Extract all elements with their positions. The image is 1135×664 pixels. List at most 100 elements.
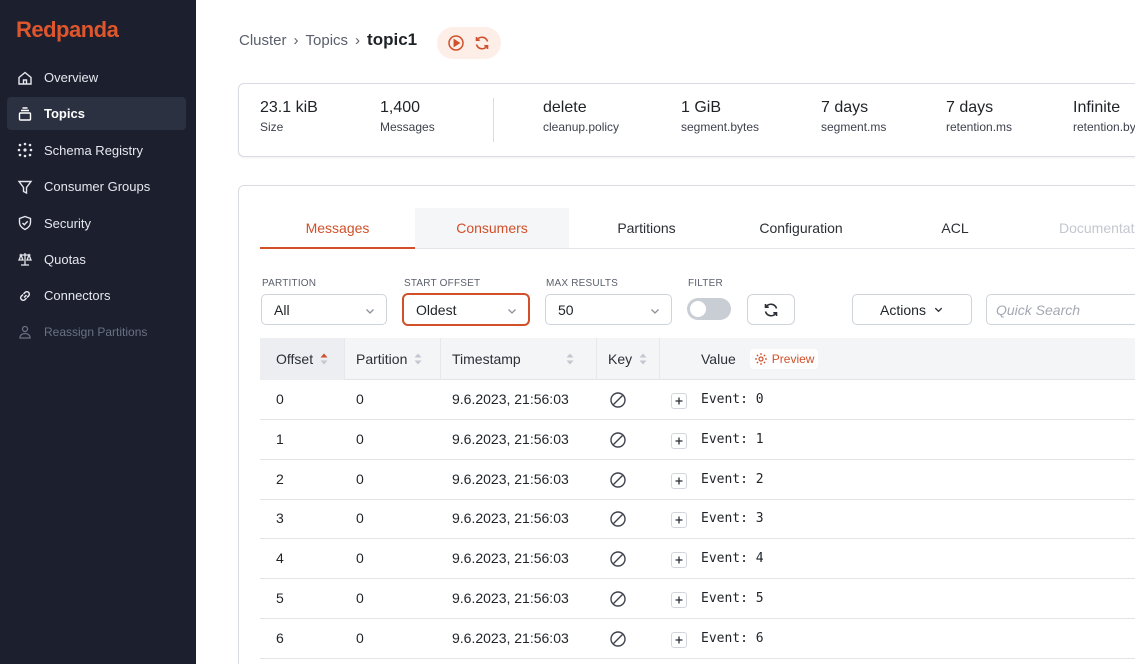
offset-cell: 4: [276, 550, 284, 567]
refresh-icon[interactable]: [473, 34, 491, 52]
partition-cell: 0: [356, 391, 364, 407]
table-row[interactable]: 6 0 9.6.2023, 21:56:03 Event: 6: [260, 619, 1135, 659]
chevron-down-icon: [506, 304, 518, 316]
no-key-icon: [609, 590, 627, 608]
expand-row-button[interactable]: [671, 552, 687, 569]
max-results-label: MAX RESULTS: [546, 278, 619, 289]
plus-icon: [675, 477, 683, 485]
sidebar-item-label: Consumer Groups: [44, 179, 151, 195]
column-value: Value Preview: [660, 338, 1135, 380]
chevron-right-icon: ›: [355, 31, 361, 49]
sidebar-item-label: Reassign Partitions: [44, 325, 148, 340]
sidebar-nav: Overview Topics Schema Registry Consumer…: [7, 61, 186, 352]
tab-partitions[interactable]: Partitions: [569, 208, 724, 248]
offset-cell: 2: [276, 470, 284, 487]
table-row[interactable]: 5 0 9.6.2023, 21:56:03 Event: 5: [260, 579, 1135, 619]
chevron-down-icon: [933, 304, 944, 315]
sort-icon: [413, 352, 423, 366]
partition-select[interactable]: All: [261, 294, 387, 325]
stat-cleanup-policy: delete cleanup.policy: [543, 99, 620, 134]
sort-icon: [638, 352, 648, 366]
topic-tabs: Messages Consumers Partitions Configurat…: [260, 208, 1135, 249]
scale-icon: [17, 251, 33, 267]
offset-cell: 1: [276, 430, 284, 447]
actions-button[interactable]: Actions: [852, 294, 972, 325]
column-offset[interactable]: Offset: [260, 338, 345, 380]
no-key-icon: [609, 550, 627, 568]
funnel-icon: [17, 179, 33, 195]
play-icon[interactable]: [447, 34, 465, 52]
sidebar-item-label: Overview: [44, 70, 99, 85]
no-key-icon: [609, 510, 627, 528]
brand-logo[interactable]: Redpanda: [16, 17, 119, 43]
sidebar-item-connectors[interactable]: Connectors: [7, 279, 186, 312]
expand-row-button[interactable]: [671, 592, 687, 608]
expand-row-button[interactable]: [671, 512, 687, 529]
value-cell: Event: 6: [701, 630, 764, 646]
tab-consumers[interactable]: Consumers: [415, 208, 569, 248]
plus-icon: [675, 437, 683, 445]
column-partition[interactable]: Partition: [345, 338, 441, 380]
stat-retention-bytes: Infiniteretention.bytes: [1073, 99, 1135, 134]
partition-cell: 0: [356, 550, 364, 567]
stat-segment-bytes: 1 GiB segment.bytes: [681, 99, 760, 134]
gear-icon: [754, 353, 767, 365]
sidebar-item-label: Quotas: [44, 251, 86, 267]
table-header: Offset Partition Timestamp Key Value Pre…: [260, 338, 1135, 380]
column-key[interactable]: Key: [597, 338, 660, 380]
value-cell: Event: 4: [701, 551, 764, 567]
value-cell: Event: 5: [701, 591, 764, 606]
page-title: topic1: [367, 30, 418, 49]
sidebar-item-security[interactable]: Security: [7, 207, 186, 240]
no-key-icon: [609, 471, 627, 489]
value-cell: Event: 3: [701, 511, 764, 527]
table-row[interactable]: 1 0 9.6.2023, 21:56:03 Event: 1: [260, 420, 1135, 460]
tab-acl[interactable]: ACL: [878, 208, 1032, 248]
topic-stats: 23.1 kiB Size 1,400 Messages delete cleanup…: [238, 83, 1135, 157]
expand-row-button[interactable]: [671, 432, 687, 449]
no-key-icon: [609, 630, 627, 648]
table-row[interactable]: 3 0 9.6.2023, 21:56:03 Event: 3: [260, 499, 1135, 540]
tab-messages[interactable]: Messages: [260, 208, 415, 249]
breadcrumb-cluster[interactable]: Cluster: [239, 32, 287, 49]
sidebar-item-schema-registry[interactable]: Schema Registry: [7, 134, 186, 167]
sort-icon: [565, 352, 575, 366]
table-row[interactable]: 4 0 9.6.2023, 21:56:03 Event: 4: [260, 539, 1135, 580]
breadcrumb-topics[interactable]: Topics: [306, 32, 349, 49]
expand-row-button[interactable]: [671, 472, 687, 489]
max-results-select[interactable]: 50: [545, 294, 672, 325]
plus-icon: [675, 397, 683, 405]
table-row[interactable]: 0 0 9.6.2023, 21:56:03 Event: 0: [260, 380, 1135, 420]
sidebar-item-topics[interactable]: Topics: [7, 97, 186, 131]
offset-cell: 6: [276, 629, 284, 646]
quick-search-input[interactable]: [986, 294, 1135, 325]
start-offset-select[interactable]: Oldest: [403, 294, 529, 325]
table-row[interactable]: 2 0 9.6.2023, 21:56:03 Event: 2: [260, 460, 1135, 500]
sidebar-item-quotas[interactable]: Quotas: [7, 243, 186, 276]
home-icon: [17, 70, 33, 86]
plus-icon: [675, 516, 683, 524]
refresh-button[interactable]: [747, 294, 795, 325]
expand-row-button[interactable]: [671, 393, 687, 409]
timestamp-cell: 9.6.2023, 21:56:03: [452, 590, 569, 606]
preview-button[interactable]: Preview: [749, 349, 819, 369]
timestamp-cell: 9.6.2023, 21:56:03: [452, 510, 569, 527]
sidebar-item-label: Topics: [44, 106, 85, 122]
tab-configuration[interactable]: Configuration: [724, 208, 878, 248]
people-icon: [17, 324, 33, 340]
stats-divider: [493, 98, 494, 142]
offset-cell: 3: [276, 510, 284, 527]
offset-cell: 5: [276, 590, 284, 606]
filter-toggle[interactable]: [687, 298, 731, 320]
sidebar: Redpanda Overview Topics Schema Registry…: [0, 0, 196, 664]
sidebar-item-consumer-groups[interactable]: Consumer Groups: [7, 170, 186, 203]
column-timestamp[interactable]: Timestamp: [441, 338, 597, 380]
shield-icon: [17, 215, 33, 231]
expand-row-button[interactable]: [671, 631, 687, 648]
value-cell: Event: 2: [701, 471, 764, 487]
stat-messages: 1,400 Messages: [380, 99, 435, 134]
filter-label: FILTER: [688, 278, 723, 289]
timestamp-cell: 9.6.2023, 21:56:03: [452, 550, 569, 567]
timestamp-cell: 9.6.2023, 21:56:03: [452, 470, 569, 487]
sidebar-item-overview[interactable]: Overview: [7, 61, 186, 94]
